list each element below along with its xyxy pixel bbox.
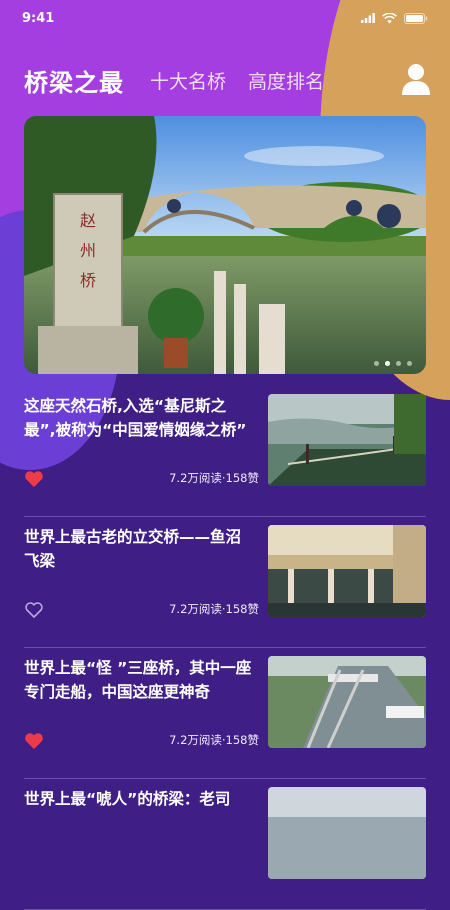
article-title[interactable]: 这座天然石桥,入选“基尼斯之最”,被称为“中国爱情姻缘之桥” (24, 394, 256, 442)
tab-bridge-records[interactable]: 桥梁之最 (24, 63, 124, 98)
signal-icon (361, 13, 375, 23)
article-title[interactable]: 世界上最“怪 ”三座桥，其中一座专门走船，中国这座更神奇 (24, 656, 256, 704)
carousel-dot-active[interactable] (385, 361, 390, 366)
heart-outline-icon[interactable] (24, 601, 44, 619)
tab-height-ranking[interactable]: 高度排名 (248, 67, 324, 94)
stele-inscription: 赵 (80, 211, 96, 230)
banner-carousel[interactable]: 赵 州 桥 (24, 116, 426, 374)
tab-top-ten-bridges[interactable]: 十大名桥 (150, 67, 226, 94)
article-stats: 7.2万阅读·158赞 (169, 471, 259, 485)
article-item[interactable]: 这座天然石桥,入选“基尼斯之最”,被称为“中国爱情姻缘之桥” 7.2万阅读·15… (24, 386, 426, 517)
article-item[interactable]: 世界上最“怪 ”三座桥，其中一座专门走船，中国这座更神奇 7.2万阅读·158赞 (24, 648, 426, 779)
article-thumbnail[interactable] (268, 656, 426, 748)
article-stats: 7.2万阅读·158赞 (169, 733, 259, 747)
status-icons (361, 12, 428, 24)
svg-text:桥: 桥 (80, 271, 96, 290)
article-item[interactable]: 世界上最“唬人”的桥梁：老司 (24, 779, 426, 910)
carousel-dots (374, 361, 412, 366)
thumbnail-image (268, 787, 426, 879)
heart-filled-icon[interactable] (24, 732, 44, 750)
banner-image: 赵 州 桥 (24, 116, 426, 374)
article-thumbnail[interactable] (268, 787, 426, 879)
article-item[interactable]: 世界上最古老的立交桥——鱼沼飞梁 7.2万阅读·158赞 (24, 517, 426, 648)
carousel-dot[interactable] (407, 361, 412, 366)
status-time: 9:41 (22, 10, 55, 26)
thumbnail-image (268, 525, 426, 617)
carousel-dot[interactable] (396, 361, 401, 366)
thumbnail-image (268, 656, 426, 748)
battery-icon (404, 12, 428, 24)
article-title[interactable]: 世界上最古老的立交桥——鱼沼飞梁 (24, 525, 256, 573)
header-tabs: 桥梁之最 十大名桥 高度排名 (0, 58, 450, 102)
article-thumbnail[interactable] (268, 394, 426, 486)
thumbnail-image (268, 394, 426, 486)
article-list: 这座天然石桥,入选“基尼斯之最”,被称为“中国爱情姻缘之桥” 7.2万阅读·15… (24, 386, 426, 910)
article-stats: 7.2万阅读·158赞 (169, 602, 259, 616)
article-title[interactable]: 世界上最“唬人”的桥梁：老司 (24, 787, 256, 811)
user-profile-icon[interactable] (400, 62, 432, 96)
carousel-dot[interactable] (374, 361, 379, 366)
status-bar: 9:41 (0, 0, 450, 36)
heart-filled-icon[interactable] (24, 470, 44, 488)
article-thumbnail[interactable] (268, 525, 426, 617)
wifi-icon (382, 12, 397, 23)
svg-text:州: 州 (80, 241, 96, 260)
